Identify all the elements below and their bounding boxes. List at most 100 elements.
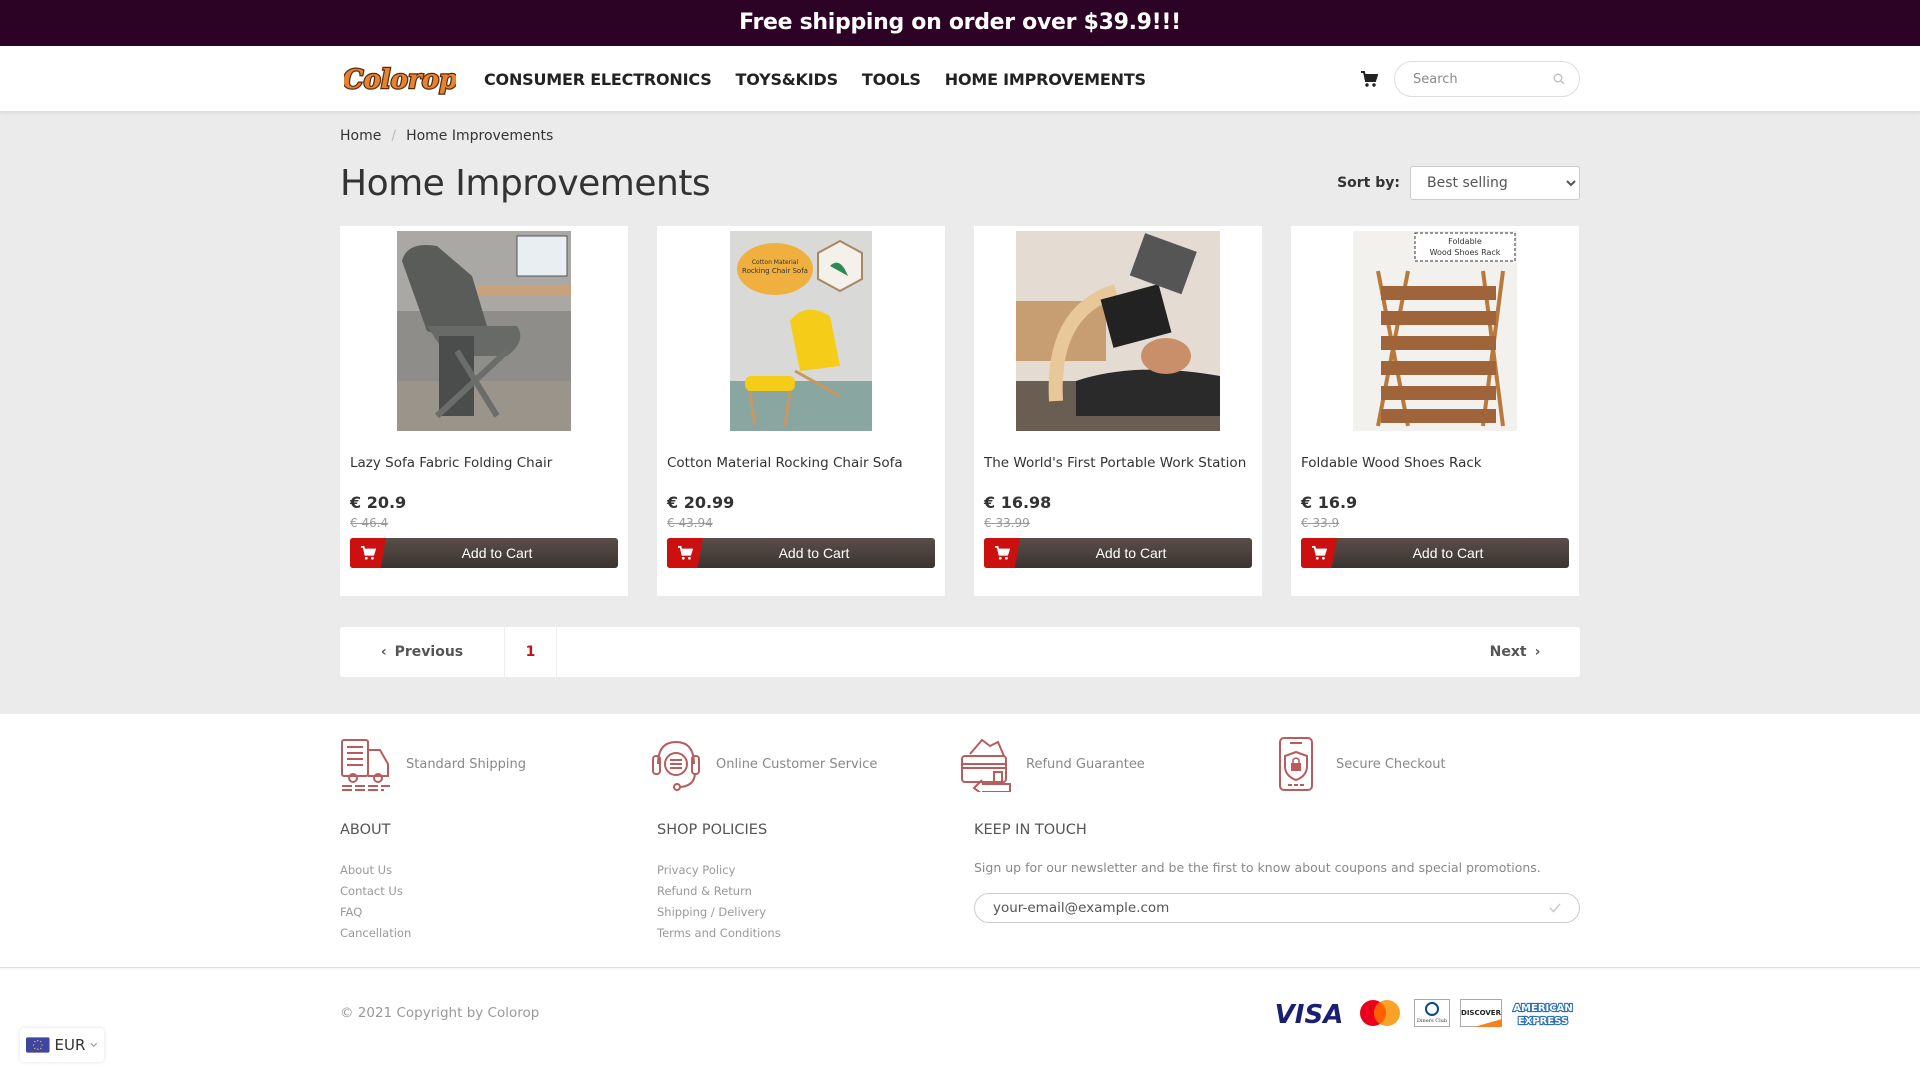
footer-link-shipping-delivery[interactable]: Shipping / Delivery — [657, 902, 974, 923]
add-to-cart-button[interactable]: Add to Cart — [984, 538, 1252, 568]
feature-customer-service: Online Customer Service — [650, 736, 960, 792]
main-content: Home / Home Improvements Home Improvemen… — [0, 112, 1920, 714]
add-to-cart-button[interactable]: Add to Cart — [1301, 538, 1569, 568]
feature-refund-guarantee: Refund Guarantee — [960, 736, 1270, 792]
cart-icon — [350, 538, 386, 568]
feature-label: Standard Shipping — [406, 756, 526, 772]
footer-policies-heading: SHOP POLICIES — [657, 822, 768, 838]
payment-methods: VISA Diners Club DISCOVER AMERICAN EXPRE… — [1272, 998, 1574, 1028]
footer-link-terms[interactable]: Terms and Conditions — [657, 923, 974, 944]
svg-text:DISCOVER: DISCOVER — [1461, 1009, 1502, 1017]
footer-link-privacy-policy[interactable]: Privacy Policy — [657, 860, 974, 881]
nav-tools[interactable]: TOOLS — [862, 70, 921, 89]
chevron-left-icon: ‹ — [380, 644, 387, 660]
footer-link-cancellation[interactable]: Cancellation — [340, 923, 657, 944]
secure-phone-icon — [1279, 737, 1313, 791]
diners-club-icon: Diners Club — [1414, 999, 1450, 1027]
product-old-price: € 46.4 — [350, 516, 389, 530]
add-to-cart-label: Add to Cart — [1412, 545, 1484, 561]
sort-select[interactable]: Best selling — [1410, 166, 1580, 200]
footer-about-heading: ABOUT — [340, 822, 391, 838]
product-old-price: € 33.9 — [1301, 516, 1340, 530]
add-to-cart-label: Add to Cart — [778, 545, 850, 561]
svg-text:Rocking Chair Sofa: Rocking Chair Sofa — [742, 267, 808, 275]
footer-link-about-us[interactable]: About Us — [340, 860, 657, 881]
breadcrumb-home[interactable]: Home — [340, 128, 381, 144]
next-label: Next — [1489, 644, 1527, 660]
breadcrumb-current: Home Improvements — [406, 128, 554, 144]
nav-toys-kids[interactable]: TOYS&KIDS — [736, 70, 839, 89]
product-price: € 16.98 — [984, 493, 1052, 512]
refund-icon — [961, 738, 1011, 792]
cart-icon — [984, 538, 1020, 568]
check-submit-icon[interactable] — [1549, 903, 1561, 913]
shoes-rack-image-icon: Foldable Wood Shoes Rack — [1353, 231, 1517, 431]
search-box[interactable] — [1394, 61, 1580, 97]
page-title: Home Improvements — [340, 162, 711, 204]
chair-image-icon — [397, 231, 571, 431]
product-name[interactable]: Foldable Wood Shoes Rack — [1301, 455, 1569, 475]
svg-text:Diners Club: Diners Club — [1417, 1018, 1447, 1024]
product-grid: Lazy Sofa Fabric Folding Chair € 20.9 € … — [340, 226, 1580, 596]
svg-text:Wood Shoes Rack: Wood Shoes Rack — [1430, 248, 1501, 257]
footer-bottom: © 2021 Copyright by Colorop VISA Diners … — [0, 968, 1920, 1078]
logo[interactable]: Colorop — [344, 59, 456, 99]
nav-consumer-electronics[interactable]: CONSUMER ELECTRONICS — [484, 70, 712, 89]
breadcrumb: Home / Home Improvements — [340, 128, 1580, 144]
product-image[interactable] — [350, 231, 618, 431]
search-input[interactable] — [1413, 71, 1543, 87]
product-price: € 20.99 — [667, 493, 735, 512]
product-image[interactable]: Cotton Material Rocking Chair Sofa — [667, 231, 935, 431]
currency-selector[interactable]: EUR — [20, 1028, 104, 1062]
footer-newsletter-heading: KEEP IN TOUCH — [974, 822, 1087, 838]
product-card[interactable]: Lazy Sofa Fabric Folding Chair € 20.9 € … — [340, 226, 628, 596]
footer: Standard Shipping Online Customer Servic… — [0, 714, 1920, 968]
search-icon[interactable] — [1553, 73, 1565, 85]
american-express-icon: AMERICAN EXPRESS — [1512, 1002, 1574, 1027]
product-name[interactable]: The World's First Portable Work Station — [984, 455, 1252, 475]
feature-label: Refund Guarantee — [1026, 756, 1145, 772]
product-price: € 20.9 — [350, 493, 407, 512]
footer-link-refund-return[interactable]: Refund & Return — [657, 881, 974, 902]
visa-icon: VISA — [1275, 1000, 1344, 1028]
footer-link-contact-us[interactable]: Contact Us — [340, 881, 657, 902]
add-to-cart-button[interactable]: Add to Cart — [350, 538, 618, 568]
main-nav: CONSUMER ELECTRONICS TOYS&KIDS TOOLS HOM… — [484, 70, 1146, 89]
site-header: Colorop CONSUMER ELECTRONICS TOYS&KIDS T… — [0, 46, 1920, 112]
newsletter-email-input[interactable] — [993, 900, 1549, 916]
nav-home-improvements[interactable]: HOME IMPROVEMENTS — [945, 70, 1146, 89]
cart-icon — [667, 538, 703, 568]
breadcrumb-separator: / — [391, 128, 397, 144]
page-number-current[interactable]: 1 — [505, 627, 557, 677]
footer-about: ABOUT About Us Contact Us FAQ Cancellati… — [340, 822, 657, 944]
product-card[interactable]: Foldable Wood Shoes Rack Foldable Wood S… — [1291, 226, 1579, 596]
svg-text:VISA: VISA — [1275, 1000, 1344, 1028]
feature-standard-shipping: Standard Shipping — [340, 736, 650, 792]
product-card[interactable]: Cotton Material Rocking Chair Sofa Cotto… — [657, 226, 945, 596]
truck-icon — [341, 739, 390, 791]
eu-flag-icon — [26, 1037, 50, 1053]
footer-newsletter: KEEP IN TOUCH Sign up for our newsletter… — [974, 822, 1580, 944]
next-page-button[interactable]: Next › — [1460, 627, 1570, 677]
product-image[interactable]: Foldable Wood Shoes Rack — [1301, 231, 1569, 431]
previous-page-button[interactable]: ‹ Previous — [340, 627, 505, 677]
product-card[interactable]: The World's First Portable Work Station … — [974, 226, 1262, 596]
announcement-bar: Free shipping on order over $39.9!!! — [0, 0, 1920, 46]
rocking-chair-image-icon: Cotton Material Rocking Chair Sofa — [730, 231, 872, 431]
product-name[interactable]: Lazy Sofa Fabric Folding Chair — [350, 455, 618, 475]
product-price: € 16.9 — [1301, 493, 1358, 512]
product-old-price: € 33.99 — [984, 516, 1030, 530]
footer-shop-policies: SHOP POLICIES Privacy Policy Refund & Re… — [657, 822, 974, 944]
sort-control: Sort by: Best selling — [1337, 166, 1580, 200]
add-to-cart-button[interactable]: Add to Cart — [667, 538, 935, 568]
cart-icon[interactable] — [1360, 70, 1378, 88]
feature-strip: Standard Shipping Online Customer Servic… — [340, 714, 1580, 814]
pagination: ‹ Previous 1 Next › — [340, 627, 1580, 677]
product-name[interactable]: Cotton Material Rocking Chair Sofa — [667, 455, 935, 475]
add-to-cart-label: Add to Cart — [461, 545, 533, 561]
newsletter-form — [974, 893, 1580, 923]
product-image[interactable] — [984, 231, 1252, 431]
footer-link-faq[interactable]: FAQ — [340, 902, 657, 923]
currency-code: EUR — [54, 1036, 86, 1054]
svg-text:Foldable: Foldable — [1448, 237, 1482, 246]
